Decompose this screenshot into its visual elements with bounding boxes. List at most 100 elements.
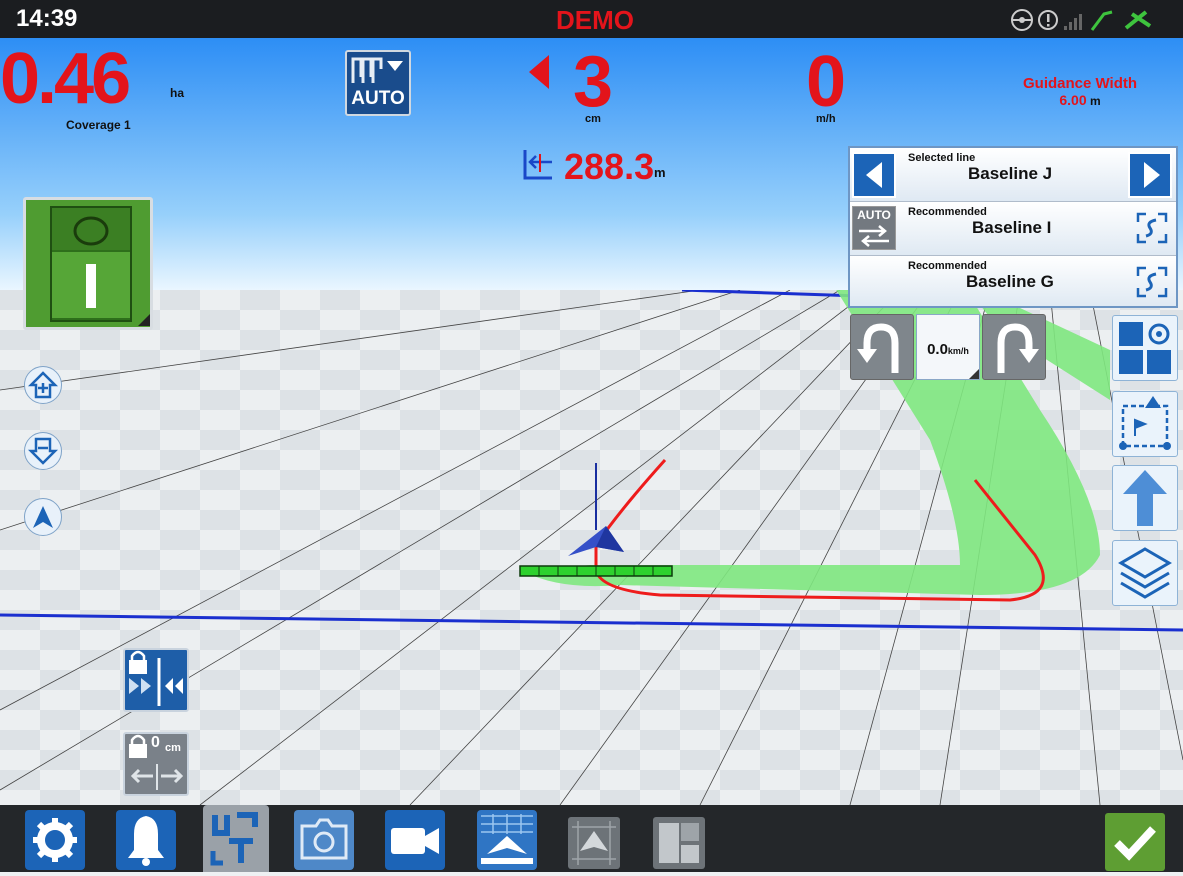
offset-arrows-icon [130,764,184,790]
lock-center-icon [129,650,183,706]
guidance-width-unit: m [1089,94,1101,108]
distance-value: 288.3 [564,146,655,187]
field-boundary-icon [1119,396,1171,450]
previous-line-button[interactable] [852,152,896,198]
steer-left-arrow-icon [529,55,549,89]
u-turn-left-button[interactable] [850,314,914,380]
on-bar-icon [86,264,96,308]
selected-line-row: Selected line Baseline J [850,148,1176,202]
guidance-width-widget: Guidance Width 6.00 m [1000,75,1160,115]
alarm-bell-icon [128,816,164,866]
next-line-button[interactable] [1128,152,1172,198]
recommended-line-row-1[interactable]: AUTO Recommended Baseline I [850,202,1176,256]
distance-unit: m [654,165,666,180]
layers-icon [1118,547,1172,599]
u-turn-right-icon [997,323,1039,373]
u-turn-right-button[interactable] [982,314,1046,380]
field-boundary-button[interactable] [1112,391,1178,457]
cross-track-widget: 3 cm [525,42,655,130]
recommended-caption-2: Recommended [908,260,987,272]
guidance-view-icon [481,814,533,864]
guidance-view-button[interactable] [477,810,537,870]
offset-lock-button[interactable]: 0 cm [123,732,189,796]
turn-speed-unit: km/h [947,346,969,356]
video-icon [391,828,439,854]
coverage-widget: 0.46 ha Coverage 1 [0,40,200,136]
status-icons [1011,9,1152,31]
section-control-icon [351,57,403,83]
cross-track-value: 3 [573,42,614,122]
turn-speed-display[interactable]: 0.0km/h [916,314,980,380]
guidance-width-label: Guidance Width [1022,75,1138,92]
coverage-lead: 0 [0,39,40,119]
compass-arrow-icon [33,506,53,528]
settings-gear-icon [33,818,77,862]
speed-unit: m/h [816,113,836,125]
camera-icon [300,818,348,860]
coverage-unit: ha [170,86,185,100]
recommended-line-row-2[interactable]: Recommended Baseline G [850,256,1176,306]
field-view-button[interactable] [568,817,620,869]
turn-speed-value: 0.0 [927,341,948,358]
off-circle-icon [73,216,109,246]
distance-arrow-icon [523,150,552,180]
status-bar: 14:39 DEMO [0,0,1183,38]
video-button[interactable] [385,810,445,870]
coverage-label: Coverage 1 [66,118,131,132]
offset-value: 0 [151,734,160,751]
u-turn-left-icon [857,323,899,373]
u-turn-controls: 0.0km/h [850,314,1046,380]
arrow-right-icon [1144,162,1160,188]
center-lock-button[interactable] [123,648,189,712]
settings-button[interactable] [25,810,85,870]
zoom-out-icon [27,437,59,465]
ut-icon [210,812,258,866]
auto-label: AUTO [351,88,405,109]
checkmark-icon [1114,826,1156,861]
selected-line-caption: Selected line [908,152,976,164]
auto-section-button[interactable]: AUTO [345,50,411,116]
auto-switch-label: AUTO [857,208,891,222]
switch-frame [50,206,132,322]
speed-widget: 0 m/h [800,42,880,130]
swap-arrows-icon [859,225,889,247]
zoom-out-button[interactable] [24,432,62,470]
heading-up-button[interactable] [1112,465,1178,531]
auto-switch-button[interactable]: AUTO [852,206,896,250]
boom-sections [519,565,673,577]
select-recommended-icon[interactable] [1136,266,1168,298]
select-recommended-icon[interactable] [1136,212,1168,244]
layout-settings-icon [1119,322,1171,374]
field-view-icon [572,821,616,865]
distance-widget: 288.3 m [522,146,692,188]
recommended-line-name-1: Baseline I [972,218,1052,237]
zoom-in-icon [27,371,59,399]
selected-line-name: Baseline J [968,164,1053,183]
layout-button[interactable] [653,817,705,869]
speed-value: 0 [806,42,847,122]
screenshot-button[interactable] [294,810,354,870]
universal-terminal-button[interactable] [203,805,269,872]
confirm-button[interactable] [1105,813,1165,871]
layout-icon [659,823,699,863]
demo-label: DEMO [556,5,634,35]
zoom-in-button[interactable] [24,366,62,404]
warning-icon [1038,10,1058,30]
alarm-button[interactable] [116,810,176,870]
recommended-caption-1: Recommended [908,206,987,218]
bottom-toolbar [0,805,1183,872]
coverage-value: .46 [37,39,131,119]
guidance-width-value: 6.00 [1059,92,1087,108]
offset-unit: cm [165,742,181,754]
cross-track-unit: cm [585,113,601,125]
layers-button[interactable] [1112,540,1178,606]
arrow-up-icon [1123,470,1167,526]
navigation-view-button[interactable] [24,498,62,536]
master-switch-button[interactable] [23,197,153,330]
gps-antenna-icon [1090,10,1152,31]
layout-settings-button[interactable] [1112,315,1178,381]
arrow-left-icon [866,162,882,188]
steering-wheel-icon [1011,9,1033,31]
signal-bars-icon [1064,14,1082,30]
recommended-line-name-2: Baseline G [966,272,1054,291]
